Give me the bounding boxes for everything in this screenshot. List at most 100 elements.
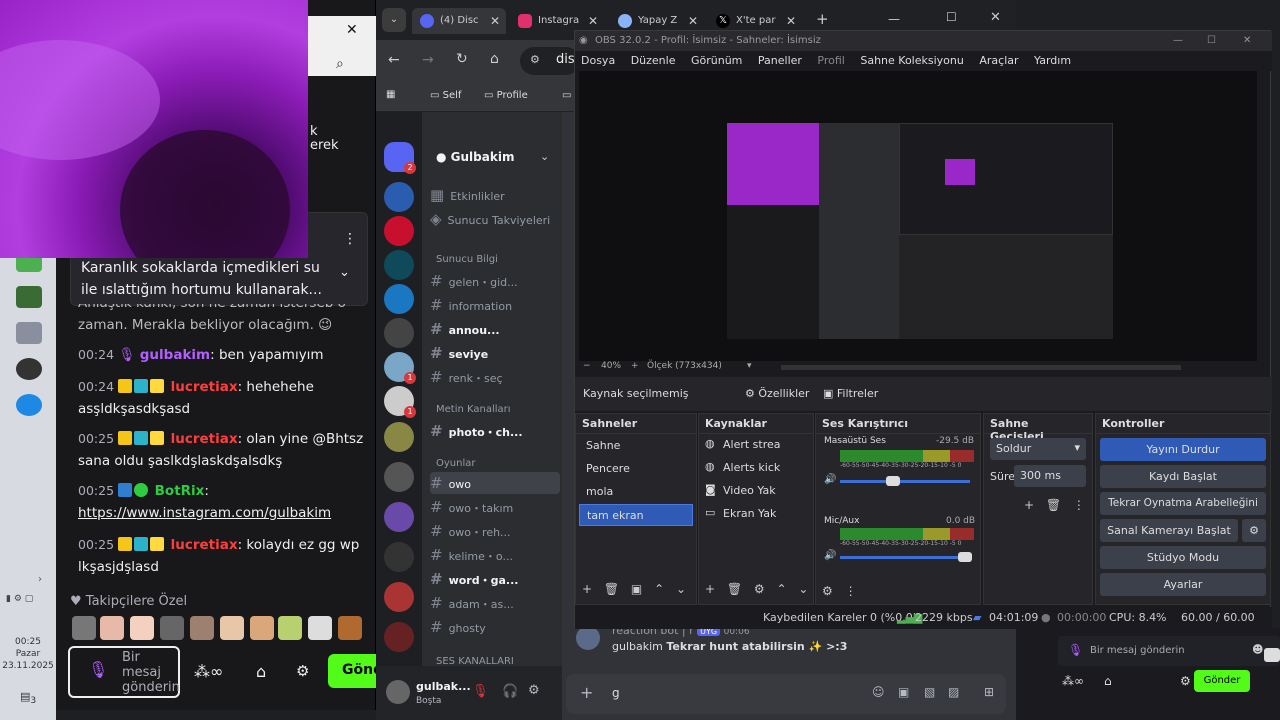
minimize-icon[interactable]: — [1173, 31, 1183, 51]
obs-icon[interactable] [16, 358, 42, 380]
channel-item[interactable]: # owo・takım [430, 496, 560, 518]
menu-docks[interactable]: Paneller [758, 54, 802, 67]
more-icon[interactable]: ⋮ [343, 231, 357, 247]
speaker-icon[interactable]: 🔊 [824, 550, 836, 561]
channel-item[interactable]: # annou... [430, 318, 560, 340]
chat-icon[interactable] [1264, 648, 1280, 662]
server-icon[interactable] [384, 284, 414, 314]
channel-item[interactable]: # owo・reh... [430, 520, 560, 542]
mic-icon[interactable]: 🎙 [88, 660, 108, 679]
volume-slider[interactable] [840, 480, 970, 483]
emote-icon[interactable] [100, 616, 124, 640]
emote-icon[interactable] [250, 616, 274, 640]
maximize-icon[interactable]: ☐ [946, 10, 957, 24]
channel-item[interactable]: # renk・seç [430, 366, 560, 388]
category-info[interactable]: Sunucu Bilgi [436, 254, 498, 265]
gear-icon[interactable]: ⚙ [296, 662, 309, 680]
channel-item[interactable]: # information [430, 294, 560, 316]
close-icon[interactable]: ✕ [990, 10, 1001, 25]
server-icon[interactable] [384, 422, 414, 452]
channel-item[interactable]: # seviye [430, 342, 560, 364]
server-icon[interactable] [384, 582, 414, 612]
start-recording-button[interactable]: Kaydı Başlat [1100, 465, 1266, 488]
scene-item-selected[interactable]: tam ekran [579, 504, 693, 526]
server-icon[interactable] [384, 216, 414, 246]
home-icon[interactable]: ⌂ [490, 51, 499, 67]
emote-icon[interactable] [278, 616, 302, 640]
username[interactable]: lucretiax [171, 431, 238, 447]
channel-item[interactable]: # adam・as... [430, 592, 560, 614]
notification-icon[interactable]: ▤3 [20, 690, 36, 706]
emoji-icon[interactable]: ☻ [1252, 643, 1263, 656]
chevron-down-icon[interactable]: ⌄ [540, 150, 549, 163]
server-icon[interactable]: 1 [384, 386, 416, 418]
username[interactable]: BotRix [155, 483, 205, 499]
category-text[interactable]: Metin Kanalları [436, 404, 511, 415]
emote-icon[interactable] [308, 616, 332, 640]
menu-help[interactable]: Yardım [1034, 54, 1071, 67]
forward-icon[interactable]: → [422, 52, 434, 68]
kick-send-button[interactable]: Gönder [1194, 670, 1250, 692]
server-name[interactable]: ● Gulbakim [436, 150, 514, 164]
site-info-icon[interactable]: ⚙ [530, 53, 540, 66]
start-virtual-camera-button[interactable]: Sanal Kamerayı Başlat [1100, 519, 1238, 542]
username[interactable]: lucretiax [171, 379, 238, 395]
bookmark-self[interactable]: ▭ Self [430, 90, 461, 101]
zoom-in-icon[interactable]: + [631, 361, 639, 371]
tray-icons[interactable]: ▮ ⚙ ▢ [6, 594, 33, 604]
avatar[interactable] [386, 680, 410, 704]
edge-icon[interactable] [16, 394, 42, 416]
close-icon[interactable]: ✕ [490, 8, 500, 34]
server-icon[interactable] [384, 250, 414, 280]
tab-search-icon[interactable]: ⌄ [382, 8, 406, 32]
bot-avatar[interactable] [576, 626, 600, 650]
url-field[interactable]: ⚙ disc [520, 47, 582, 75]
menu-view[interactable]: Görünüm [691, 54, 742, 67]
menu-tools[interactable]: Araçlar [979, 54, 1018, 67]
mixer-controls[interactable]: ⚙ ⋮ [822, 584, 857, 598]
server-icon[interactable] [384, 182, 414, 212]
infinity-icon[interactable]: ⁂∞ [194, 662, 223, 681]
boosts-item[interactable]: ◈ Sunucu Takviyeleri [430, 208, 560, 230]
slider-handle[interactable] [886, 476, 900, 486]
emote-icon[interactable] [160, 616, 184, 640]
source-item[interactable]: ◙ Video Yak [699, 480, 813, 503]
chevron-down-icon[interactable]: ▾ [747, 361, 752, 371]
emoji-icon[interactable]: ☺ [872, 685, 885, 699]
username[interactable]: gulbakim [140, 347, 210, 363]
bookmark-profile[interactable]: ▭ Profile [484, 90, 528, 101]
category-games[interactable]: Oyunlar [436, 458, 475, 469]
bookmark-folder[interactable]: ▭ [562, 90, 571, 101]
filters-button[interactable]: ▣ Filtreler [823, 387, 878, 400]
back-icon[interactable]: ← [388, 52, 400, 68]
maximize-icon[interactable]: ☐ [1207, 31, 1216, 51]
preview-canvas[interactable] [579, 71, 1257, 361]
username[interactable]: lucretiax [171, 537, 238, 553]
search-icon[interactable]: ⌕ [336, 56, 344, 72]
menu-scene-collection[interactable]: Sahne Koleksiyonu [860, 54, 964, 67]
speaker-icon[interactable]: 🔊 [824, 474, 836, 485]
add-attachment-icon[interactable]: + [580, 683, 593, 702]
source-item[interactable]: ◍ Alerts kick [699, 457, 813, 480]
reload-icon[interactable]: ↻ [456, 51, 468, 67]
settings-button[interactable]: Ayarlar [1100, 573, 1266, 596]
app-icon[interactable] [16, 286, 42, 308]
discord-home-icon[interactable]: 2 [384, 142, 416, 174]
store-icon[interactable]: ⌂ [256, 662, 266, 681]
server-icon[interactable] [384, 318, 414, 348]
chevron-down-icon[interactable]: ⌄ [339, 265, 350, 280]
message-link[interactable]: https://www.instagram.com/gulbakim [78, 505, 331, 521]
emote-icon[interactable] [130, 616, 154, 640]
close-icon[interactable]: ✕ [346, 22, 358, 38]
kick-chat-input[interactable]: 🎙 Bir mesaj gönderin ☻ [1058, 636, 1280, 666]
menu-profile[interactable]: Profil [817, 54, 844, 67]
transition-select[interactable]: Soldur ▾ [990, 438, 1086, 460]
properties-button[interactable]: ⚙ Özellikler [745, 387, 809, 400]
new-tab-icon[interactable]: + [816, 10, 829, 28]
source-controls[interactable]: + 🗑 ⚙ ⌃ ⌄ [705, 582, 808, 596]
channel-item[interactable]: # photo・ch... [430, 420, 560, 442]
server-icon[interactable] [384, 462, 414, 492]
store-icon[interactable]: ⌂ [1104, 674, 1112, 688]
scene-controls[interactable]: + 🗑 ▣ ⌃ ⌄ [582, 582, 686, 596]
emote-icon[interactable] [338, 616, 362, 640]
